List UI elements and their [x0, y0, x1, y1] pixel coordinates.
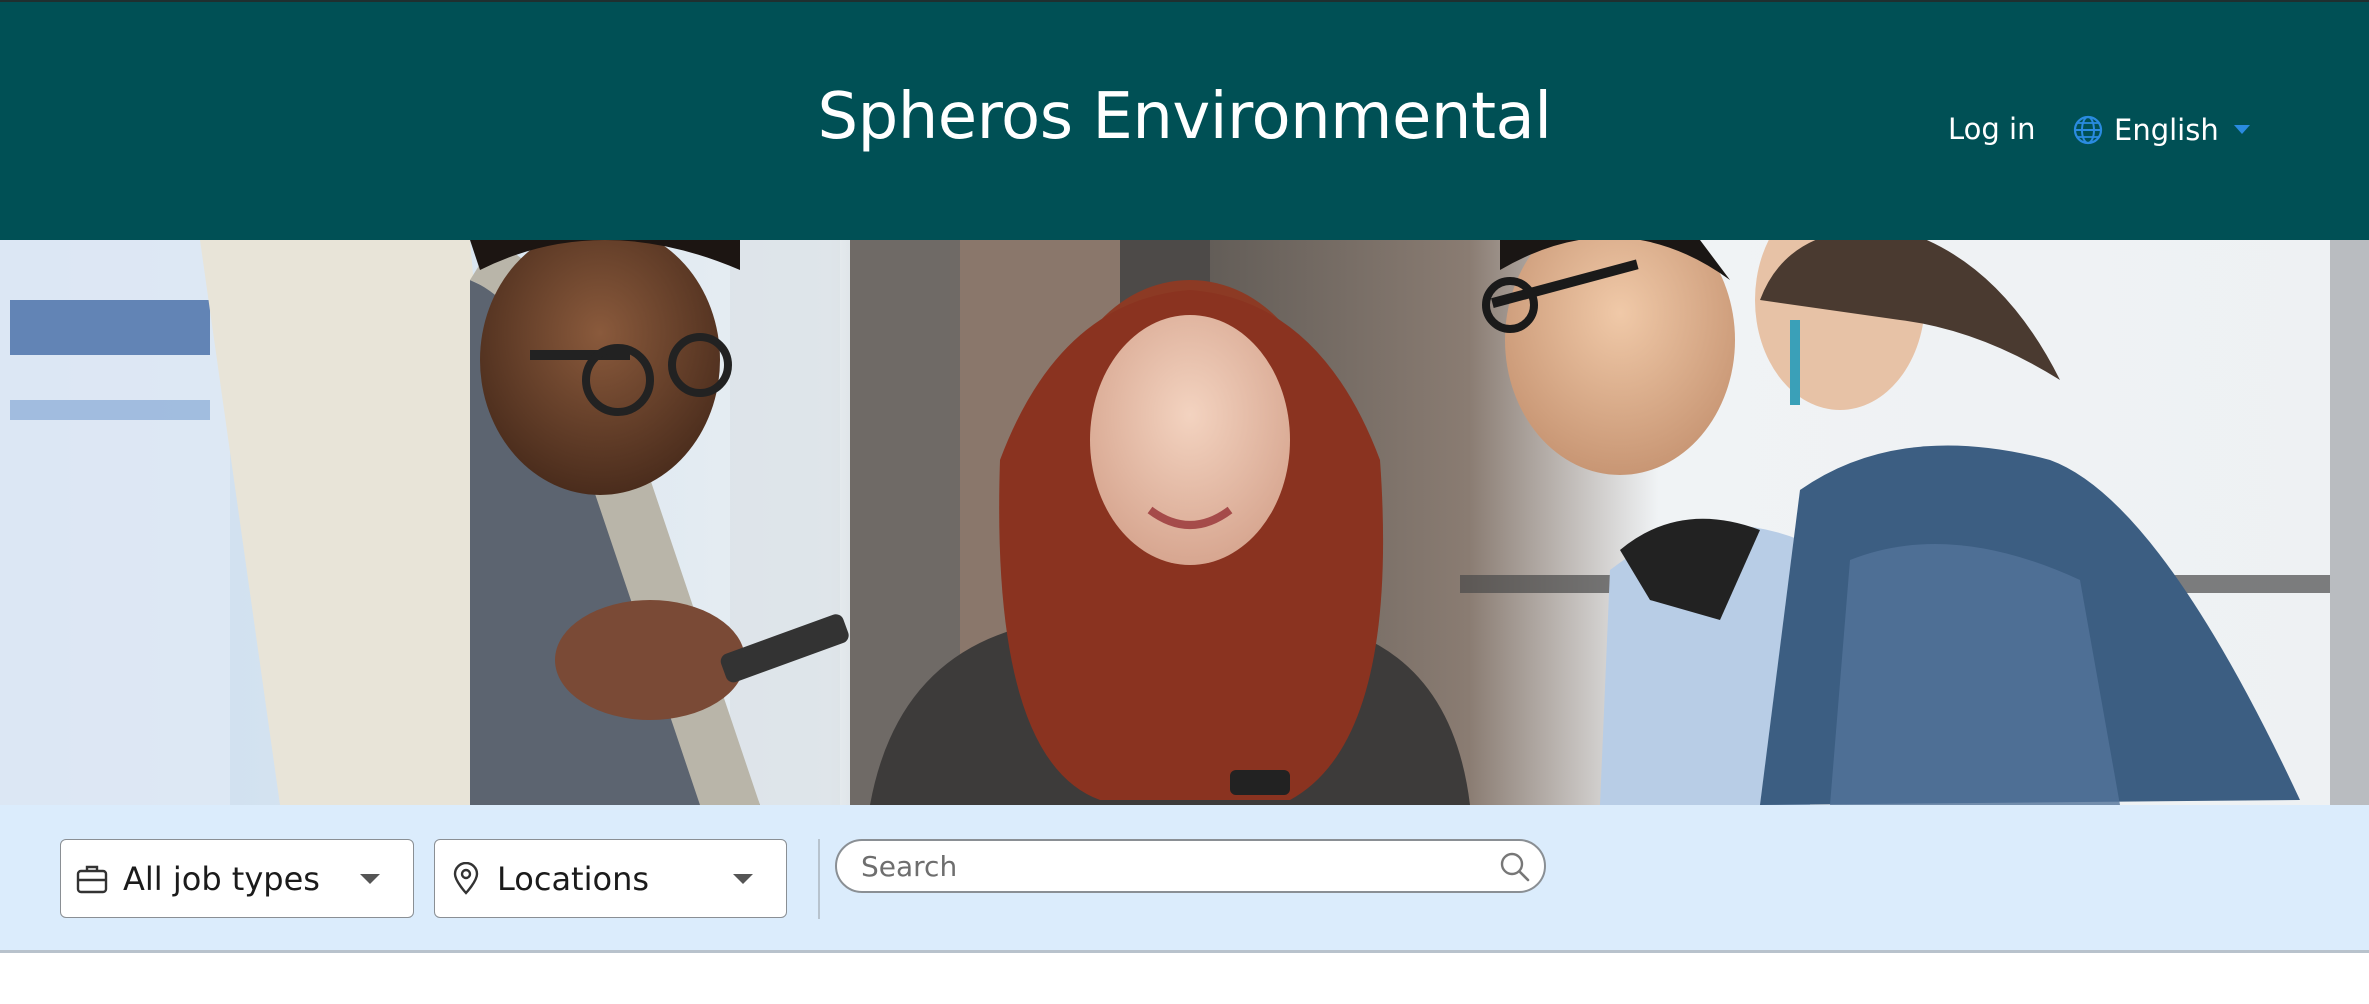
- search-icon[interactable]: [1498, 850, 1532, 884]
- hero-image: [0, 240, 2369, 805]
- map-pin-icon: [453, 861, 479, 895]
- language-selector[interactable]: English: [2072, 110, 2251, 150]
- chevron-down-icon: [360, 873, 380, 884]
- globe-icon: [2073, 115, 2103, 145]
- filter-divider: [818, 839, 820, 919]
- briefcase-icon: [76, 865, 108, 893]
- login-link[interactable]: Log in: [1948, 112, 2035, 146]
- job-types-label: All job types: [123, 859, 320, 898]
- locations-dropdown[interactable]: Locations: [434, 839, 787, 918]
- locations-label: Locations: [497, 859, 650, 898]
- site-header: Spheros Environmental Log in English: [0, 0, 2369, 240]
- hero-photo: [0, 240, 2369, 805]
- job-types-dropdown[interactable]: All job types: [60, 839, 414, 918]
- chevron-down-icon: [2233, 125, 2250, 134]
- language-label: English: [2114, 113, 2219, 147]
- job-filter-bar: All job types Locations: [0, 805, 2369, 953]
- chevron-down-icon: [733, 873, 753, 884]
- search-box[interactable]: [835, 839, 1546, 893]
- search-input[interactable]: [859, 841, 1459, 891]
